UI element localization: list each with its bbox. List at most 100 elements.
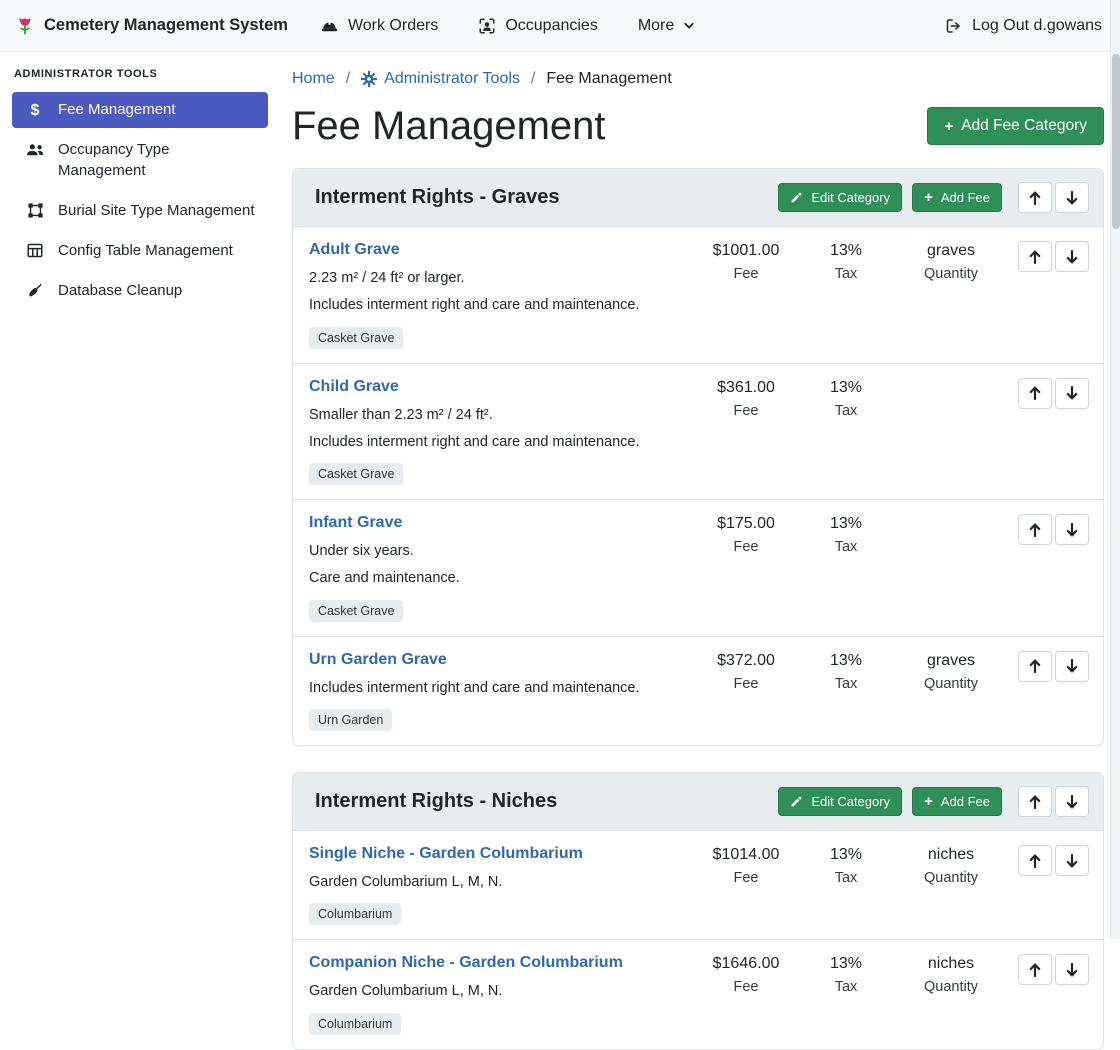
- fee-name-link[interactable]: Infant Grave: [309, 514, 402, 532]
- category-header: Interment Rights - Niches Edit Category …: [293, 773, 1103, 831]
- users-icon: [25, 141, 45, 158]
- fee-amount-cell: $372.00 Fee: [691, 651, 801, 692]
- sidebar: ADMINISTRATOR TOOLS $ Fee Management Occ…: [0, 52, 280, 939]
- breadcrumb-separator: /: [531, 70, 535, 88]
- category-reorder-group: [1018, 182, 1089, 213]
- quantity-cell: graves Quantity: [891, 241, 1011, 282]
- table-icon: [25, 242, 45, 259]
- arrow-up-icon: [1029, 854, 1041, 868]
- sidebar-item-occupancy-type[interactable]: Occupancy Type Management: [12, 132, 268, 189]
- broom-icon: [25, 282, 45, 299]
- pencil-icon: [790, 191, 803, 204]
- add-fee-button[interactable]: + Add Fee: [912, 183, 1002, 212]
- move-fee-up-button[interactable]: [1018, 378, 1052, 409]
- fee-row: Single Niche - Garden Columbarium Garden…: [293, 831, 1103, 939]
- move-category-up-button[interactable]: [1018, 182, 1052, 213]
- move-fee-down-button[interactable]: [1055, 514, 1089, 545]
- move-fee-up-button[interactable]: [1018, 954, 1052, 985]
- fee-name-link[interactable]: Adult Grave: [309, 241, 400, 259]
- fee-row: Urn Garden Grave Includes interment righ…: [293, 636, 1103, 745]
- fee-row: Child Grave Smaller than 2.23 m² / 24 ft…: [293, 363, 1103, 500]
- arrow-up-icon: [1029, 250, 1041, 264]
- category-title: Interment Rights - Graves: [315, 186, 560, 209]
- breadcrumb-home-link[interactable]: Home: [292, 70, 335, 88]
- app-brand[interactable]: Cemetery Management System: [14, 15, 288, 37]
- dollar-icon: $: [25, 101, 45, 120]
- move-fee-up-button[interactable]: [1018, 514, 1052, 545]
- fee-reorder-group: [1011, 514, 1089, 545]
- fee-description: Smaller than 2.23 m² / 24 ft².: [309, 405, 681, 425]
- main-content: Home /: [280, 52, 1120, 939]
- arrow-down-icon: [1066, 963, 1078, 977]
- move-category-up-button[interactable]: [1018, 786, 1052, 817]
- fee-amount-cell: $175.00 Fee: [691, 514, 801, 555]
- arrow-up-icon: [1029, 386, 1041, 400]
- tax-cell: 13% Tax: [801, 514, 891, 555]
- fee-row: Infant Grave Under six years. Care and m…: [293, 499, 1103, 636]
- page-header: Fee Management + Add Fee Category: [292, 104, 1104, 148]
- fee-name-link[interactable]: Single Niche - Garden Columbarium: [309, 845, 583, 863]
- logout-link[interactable]: Log Out d.gowans: [944, 17, 1102, 35]
- category-actions: Edit Category + Add Fee: [778, 786, 1089, 817]
- scrollbar-thumb[interactable]: [1112, 54, 1120, 229]
- person-frame-icon: [478, 17, 496, 35]
- plus-icon: +: [944, 119, 953, 134]
- nav-occupancies-label: Occupancies: [505, 17, 598, 35]
- tax-cell: 13% Tax: [801, 378, 891, 419]
- move-category-down-button[interactable]: [1055, 786, 1089, 817]
- nav-occupancies[interactable]: Occupancies: [478, 17, 598, 35]
- plus-icon: +: [924, 190, 933, 205]
- move-fee-up-button[interactable]: [1018, 241, 1052, 272]
- edit-category-label: Edit Category: [811, 190, 890, 205]
- fee-name-link[interactable]: Urn Garden Grave: [309, 651, 447, 669]
- arrow-up-icon: [1029, 963, 1041, 977]
- vector-square-icon: [25, 202, 45, 219]
- fee-description: Includes interment right and care and ma…: [309, 432, 681, 452]
- category-header: Interment Rights - Graves Edit Category …: [293, 169, 1103, 227]
- sidebar-item-fee-management[interactable]: $ Fee Management: [12, 92, 268, 128]
- add-fee-category-button[interactable]: + Add Fee Category: [927, 107, 1104, 145]
- move-fee-down-button[interactable]: [1055, 845, 1089, 876]
- category-card-graves: Interment Rights - Graves Edit Category …: [292, 168, 1104, 746]
- edit-category-button[interactable]: Edit Category: [778, 183, 902, 212]
- move-fee-up-button[interactable]: [1018, 651, 1052, 682]
- move-fee-down-button[interactable]: [1055, 378, 1089, 409]
- arrow-up-icon: [1029, 191, 1041, 205]
- sidebar-item-config-table[interactable]: Config Table Management: [12, 233, 268, 269]
- app-title: Cemetery Management System: [44, 16, 288, 35]
- move-fee-down-button[interactable]: [1055, 651, 1089, 682]
- nav-work-orders[interactable]: Work Orders: [320, 17, 438, 35]
- fee-name-link[interactable]: Companion Niche - Garden Columbarium: [309, 954, 623, 972]
- fee-description: Includes interment right and care and ma…: [309, 678, 681, 698]
- sidebar-item-database-cleanup[interactable]: Database Cleanup: [12, 273, 268, 309]
- fee-reorder-group: [1011, 954, 1089, 985]
- move-fee-up-button[interactable]: [1018, 845, 1052, 876]
- fee-reorder-group: [1011, 378, 1089, 409]
- move-fee-down-button[interactable]: [1055, 241, 1089, 272]
- fee-reorder-group: [1011, 845, 1089, 876]
- move-fee-down-button[interactable]: [1055, 954, 1089, 985]
- breadcrumb-admin-tools-link[interactable]: Administrator Tools: [361, 70, 520, 88]
- nav-work-orders-label: Work Orders: [348, 17, 438, 35]
- fee-description: Garden Columbarium L, M, N.: [309, 981, 681, 1001]
- fee-type-badge: Urn Garden: [309, 709, 392, 731]
- sidebar-item-label: Burial Site Type Management: [58, 201, 255, 221]
- nav-more[interactable]: More: [638, 17, 695, 35]
- fee-type-badge: Columbarium: [309, 903, 401, 925]
- move-category-down-button[interactable]: [1055, 182, 1089, 213]
- arrow-down-icon: [1066, 854, 1078, 868]
- hard-hat-icon: [320, 17, 339, 34]
- sidebar-item-burial-site-type[interactable]: Burial Site Type Management: [12, 193, 268, 229]
- fee-row: Adult Grave 2.23 m² / 24 ft² or larger. …: [293, 227, 1103, 363]
- fee-description: Care and maintenance.: [309, 568, 681, 588]
- edit-category-button[interactable]: Edit Category: [778, 787, 902, 816]
- nav-more-label: More: [638, 17, 674, 35]
- chevron-down-icon: [683, 20, 695, 31]
- vertical-scrollbar[interactable]: [1110, 0, 1120, 939]
- category-card-niches: Interment Rights - Niches Edit Category …: [292, 772, 1104, 1050]
- fee-name-link[interactable]: Child Grave: [309, 378, 399, 396]
- category-title: Interment Rights - Niches: [315, 790, 557, 813]
- logout-label: Log Out d.gowans: [972, 17, 1102, 35]
- category-actions: Edit Category + Add Fee: [778, 182, 1089, 213]
- add-fee-button[interactable]: + Add Fee: [912, 787, 1002, 816]
